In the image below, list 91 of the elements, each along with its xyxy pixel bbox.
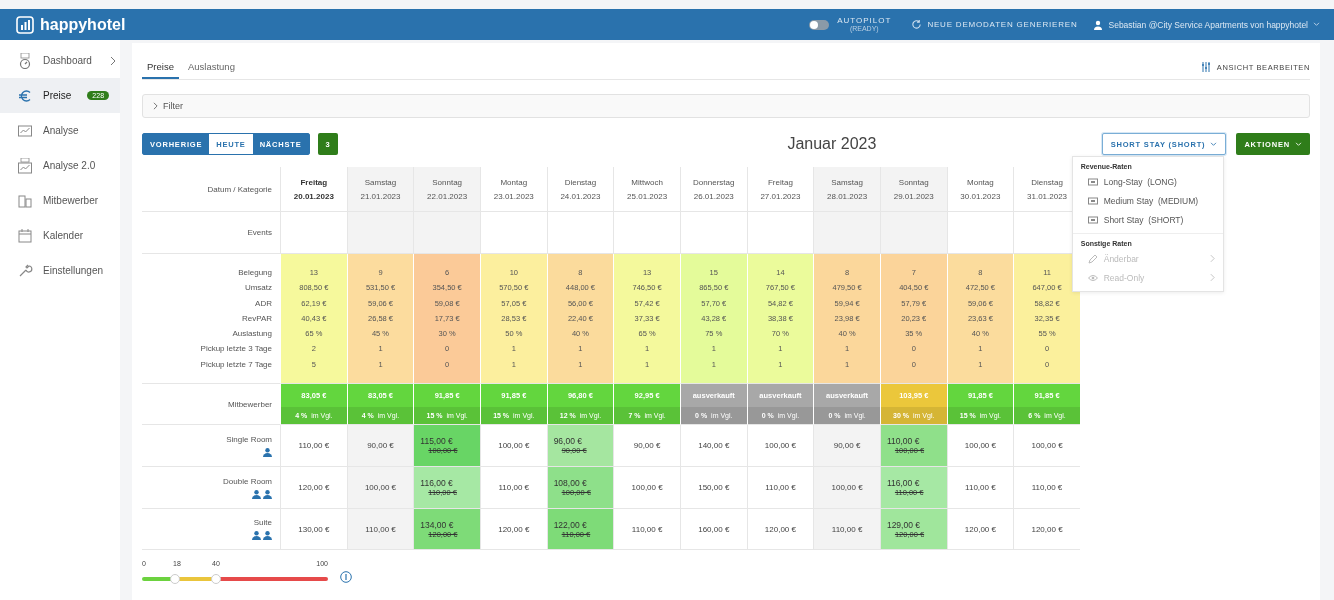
- price-cell[interactable]: 120,00 €: [946, 509, 1014, 550]
- person-icon: [252, 531, 272, 540]
- price-cell[interactable]: 120,00 €: [1013, 509, 1080, 550]
- sidebar-item[interactable]: Analyse 2.0: [0, 148, 120, 183]
- date-header: Montag 23.01.2023: [479, 167, 547, 212]
- price-cell[interactable]: 120,00 €: [280, 467, 347, 509]
- chart-icon: [17, 122, 33, 139]
- room-name: Suite: [253, 518, 272, 527]
- price-cell[interactable]: 110,00 €: [813, 509, 880, 550]
- autopilot-label: AUTOPILOT: [837, 17, 892, 25]
- price-cell[interactable]: 160,00 €: [679, 509, 747, 550]
- filter-panel[interactable]: Filter: [142, 94, 1310, 118]
- date-header: Samstag 28.01.2023: [813, 167, 880, 212]
- price-cell[interactable]: 110,00 €: [613, 509, 680, 550]
- sidebar-item[interactable]: Analyse: [0, 113, 120, 148]
- price-cell[interactable]: 90,00 €: [346, 425, 414, 467]
- row-label: Events: [142, 212, 280, 254]
- person-icon: [252, 489, 272, 499]
- price-cell[interactable]: 110,00 €: [479, 467, 547, 509]
- date-header: Montag 30.01.2023: [946, 167, 1014, 212]
- date-header: Donnerstag 26.01.2023: [679, 167, 747, 212]
- info-icon[interactable]: [340, 571, 352, 583]
- generate-demo-data-button[interactable]: NEUE DEMODATEN GENERIEREN: [911, 19, 1078, 30]
- price-cell[interactable]: 140,00 €: [679, 425, 747, 467]
- row-label: Umsatz: [244, 282, 272, 295]
- user-icon: [1093, 19, 1104, 30]
- column-header: Datum / Kategorie: [142, 167, 280, 212]
- price-cell[interactable]: 130,00 €: [280, 509, 347, 550]
- price-cell[interactable]: 110,00 €: [280, 425, 347, 467]
- refresh-icon: [911, 19, 923, 30]
- date-header: Samstag 21.01.2023: [346, 167, 414, 212]
- dashboard-gauge-icon: [17, 52, 33, 69]
- date-header: Dienstag 24.01.2023: [546, 167, 614, 212]
- price-cell[interactable]: 100,00 €: [346, 467, 414, 509]
- autopilot-toggle[interactable]: [809, 19, 830, 30]
- price-cell[interactable]: 150,00 €: [679, 467, 747, 509]
- caret-icon: [1313, 22, 1320, 27]
- price-cell[interactable]: 100,00 €: [1013, 425, 1080, 467]
- price-cell[interactable]: 100,00 €: [479, 425, 547, 467]
- room-name: Double Room: [223, 476, 272, 486]
- sidebar-item[interactable]: Mitbewerber: [0, 183, 120, 218]
- chevron-icon: [1209, 273, 1215, 282]
- chevron-icon: [1209, 254, 1215, 263]
- price-cell[interactable]: 100,00 €: [813, 467, 880, 509]
- range-slider[interactable]: [142, 573, 328, 585]
- person-icon: [263, 447, 272, 457]
- chevron-icon: [153, 102, 158, 110]
- user-menu[interactable]: Sebastian @City Service Apartments von happyhotel: [1093, 19, 1320, 30]
- calendar-icon: [17, 227, 33, 244]
- chart-icon: [17, 157, 33, 174]
- price-cell[interactable]: 120,00 €: [479, 509, 547, 550]
- price-cell[interactable]: 90,00 €: [813, 425, 880, 467]
- pencil-icon: [1087, 253, 1098, 264]
- menu-item[interactable]: Short Stay (SHORT): [1072, 210, 1223, 229]
- room-name: Single Room: [226, 434, 272, 444]
- row-label: Pickup letzte 7 Tage: [200, 358, 272, 371]
- row-label: Pickup letzte 3 Tage: [200, 343, 272, 356]
- eye-icon: [1087, 273, 1098, 282]
- price-cell[interactable]: 100,00 €: [613, 467, 680, 509]
- chart-logo-icon: [16, 15, 34, 34]
- row-label: RevPAR: [241, 312, 272, 325]
- price-cell[interactable]: 110,00 €: [946, 467, 1014, 509]
- price-cell[interactable]: 90,00 €: [613, 425, 680, 467]
- devices-icon: [17, 192, 33, 209]
- slider-thumb[interactable]: [211, 574, 222, 584]
- row-label: Belegung: [238, 267, 272, 280]
- date-header: Sonntag 29.01.2023: [879, 167, 947, 212]
- sliders-icon: [1200, 62, 1211, 72]
- slider-thumb[interactable]: [170, 574, 181, 584]
- rate-icon: [1087, 177, 1098, 186]
- tab[interactable]: Auslastung: [182, 55, 240, 79]
- date-header: Sonntag 22.01.2023: [413, 167, 480, 212]
- rate-icon: [1087, 196, 1098, 205]
- row-label: Auslastung: [232, 328, 272, 341]
- price-cell[interactable]: 100,00 €: [946, 425, 1014, 467]
- wrench-icon: [17, 262, 33, 279]
- sidebar-item[interactable]: Kalender: [0, 218, 120, 253]
- caret-icon: [1210, 141, 1218, 147]
- date-header: Mittwoch 25.01.2023: [613, 167, 680, 212]
- caret-icon: [1295, 141, 1302, 147]
- sidebar-item[interactable]: Dashboard: [0, 43, 120, 78]
- brand-name: happyhotel: [40, 15, 126, 34]
- rate-icon: [1087, 215, 1098, 224]
- price-cell[interactable]: 110,00 €: [346, 509, 414, 550]
- euro-icon: [17, 87, 33, 104]
- month-title: Januar 2023: [787, 135, 877, 153]
- row-label: ADR: [255, 297, 272, 310]
- date-header: Freitag 20.01.2023: [280, 167, 347, 212]
- tab[interactable]: Preise: [142, 55, 179, 79]
- price-cell[interactable]: 110,00 €: [1013, 467, 1080, 509]
- sidebar-item[interactable]: Einstellungen: [0, 253, 120, 288]
